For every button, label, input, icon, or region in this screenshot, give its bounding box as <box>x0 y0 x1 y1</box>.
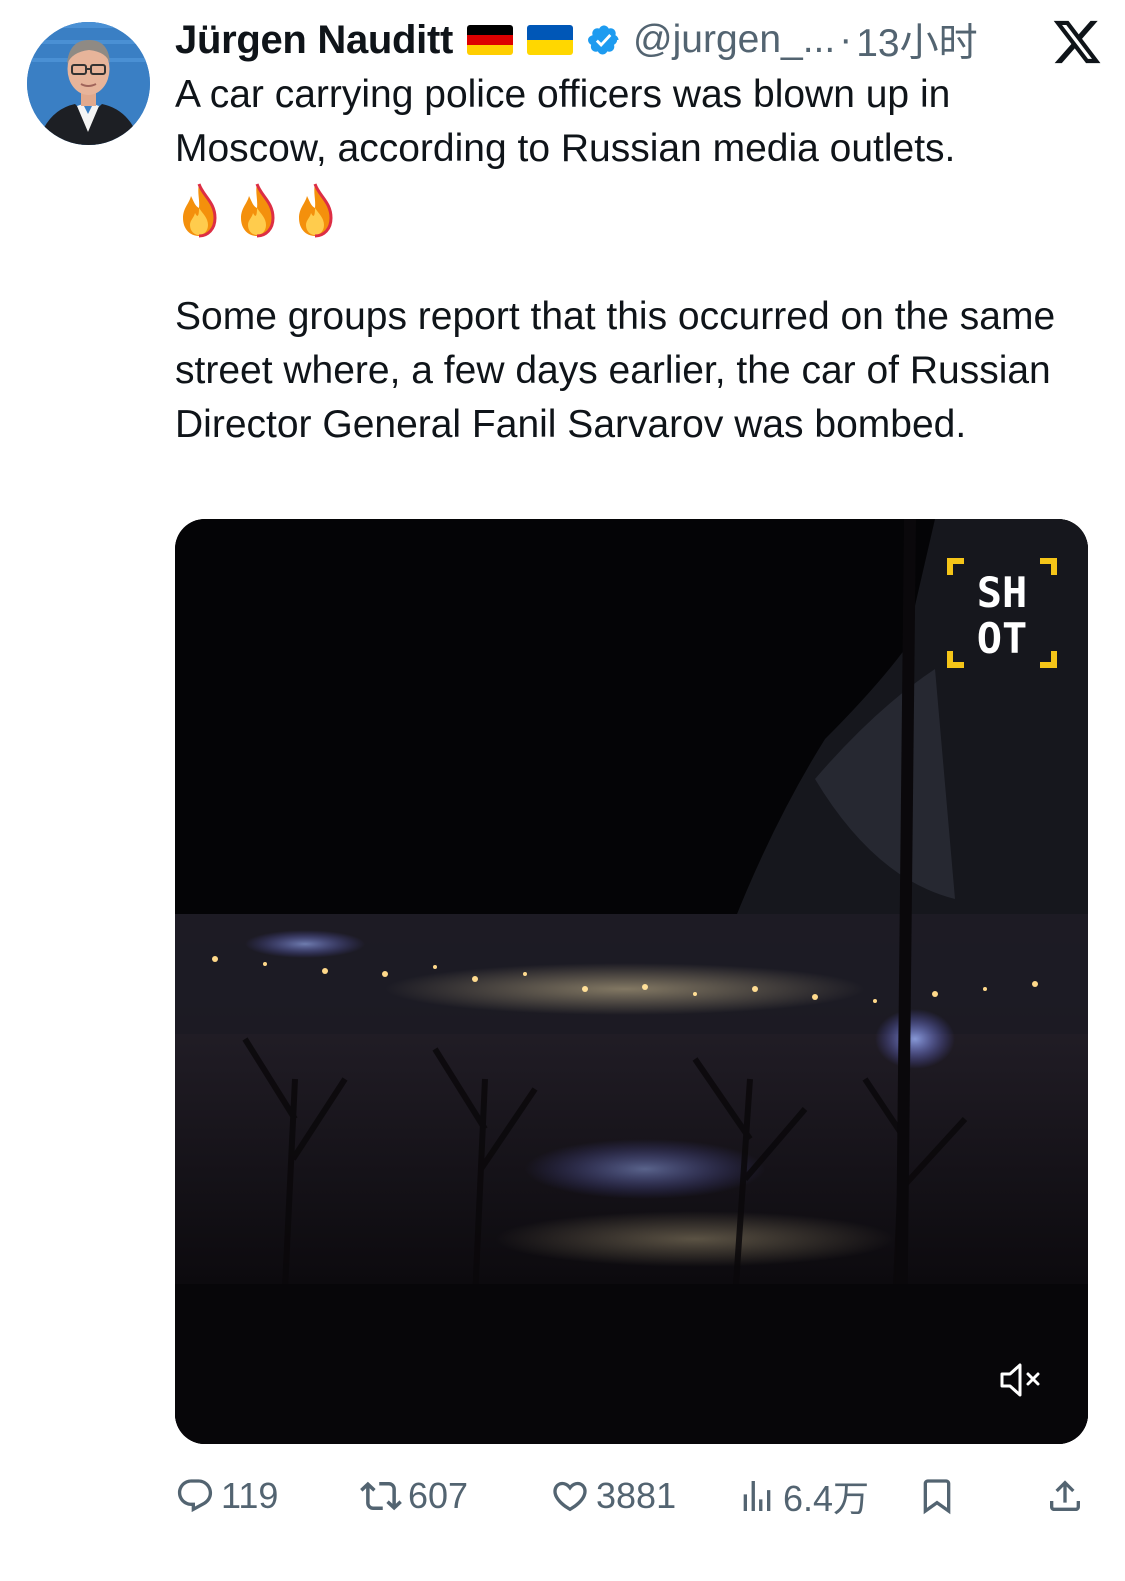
retweet-button[interactable]: 607 <box>360 1475 550 1517</box>
separator-dot: · <box>839 18 853 61</box>
reply-button[interactable]: 119 <box>175 1475 360 1517</box>
tweet-card: Jürgen Nauditt @jurgen_... · 13小时 A car … <box>0 0 1125 1581</box>
fire-icon <box>241 183 275 238</box>
tweet-paragraph-2: Some groups report that this occurred on… <box>175 295 1056 446</box>
reply-icon <box>177 1479 213 1513</box>
tweet-paragraph-1: A car carrying police officers was blown… <box>175 73 956 170</box>
heart-icon <box>553 1481 587 1512</box>
mute-toggle-button[interactable] <box>998 1360 1046 1400</box>
views-button[interactable]: 6.4万 <box>737 1470 917 1522</box>
tweet-text: A car carrying police officers was blown… <box>175 68 1100 452</box>
tweet-action-bar: 119 607 3881 6.4万 <box>175 1468 1085 1524</box>
retweet-icon <box>360 1481 402 1511</box>
fire-emoji-row <box>175 180 1100 240</box>
retweet-count: 607 <box>408 1475 469 1516</box>
watermark-line-2: OT <box>977 614 1028 663</box>
verified-badge-icon <box>587 23 621 57</box>
video-player[interactable]: SH OT <box>175 519 1088 1444</box>
bookmark-button[interactable] <box>917 1475 1045 1517</box>
views-count: 6.4万 <box>783 1478 870 1519</box>
analytics-icon <box>743 1481 771 1511</box>
speaker-muted-icon <box>1000 1363 1040 1397</box>
fire-icon <box>183 183 217 238</box>
share-icon <box>1050 1480 1080 1511</box>
share-button[interactable] <box>1045 1475 1085 1517</box>
x-logo-icon[interactable] <box>1051 16 1103 73</box>
tweet-header: Jürgen Nauditt @jurgen_... · 13小时 <box>175 12 1105 68</box>
author-handle[interactable]: @jurgen_... <box>633 18 835 62</box>
avatar[interactable] <box>27 22 150 145</box>
like-button[interactable]: 3881 <box>550 1475 737 1517</box>
ukraine-flag-icon <box>527 25 574 55</box>
tweet-time[interactable]: 13小时 <box>856 12 977 68</box>
fire-icon <box>299 183 333 238</box>
bookmark-icon <box>923 1479 951 1515</box>
watermark-line-1: SH <box>977 568 1028 617</box>
reply-count: 119 <box>221 1475 279 1516</box>
germany-flag-icon <box>467 25 514 55</box>
shot-watermark-logo: SH OT <box>946 557 1058 669</box>
like-count: 3881 <box>596 1475 677 1516</box>
bottom-edge <box>0 1540 1125 1581</box>
author-name[interactable]: Jürgen Nauditt <box>175 18 453 63</box>
